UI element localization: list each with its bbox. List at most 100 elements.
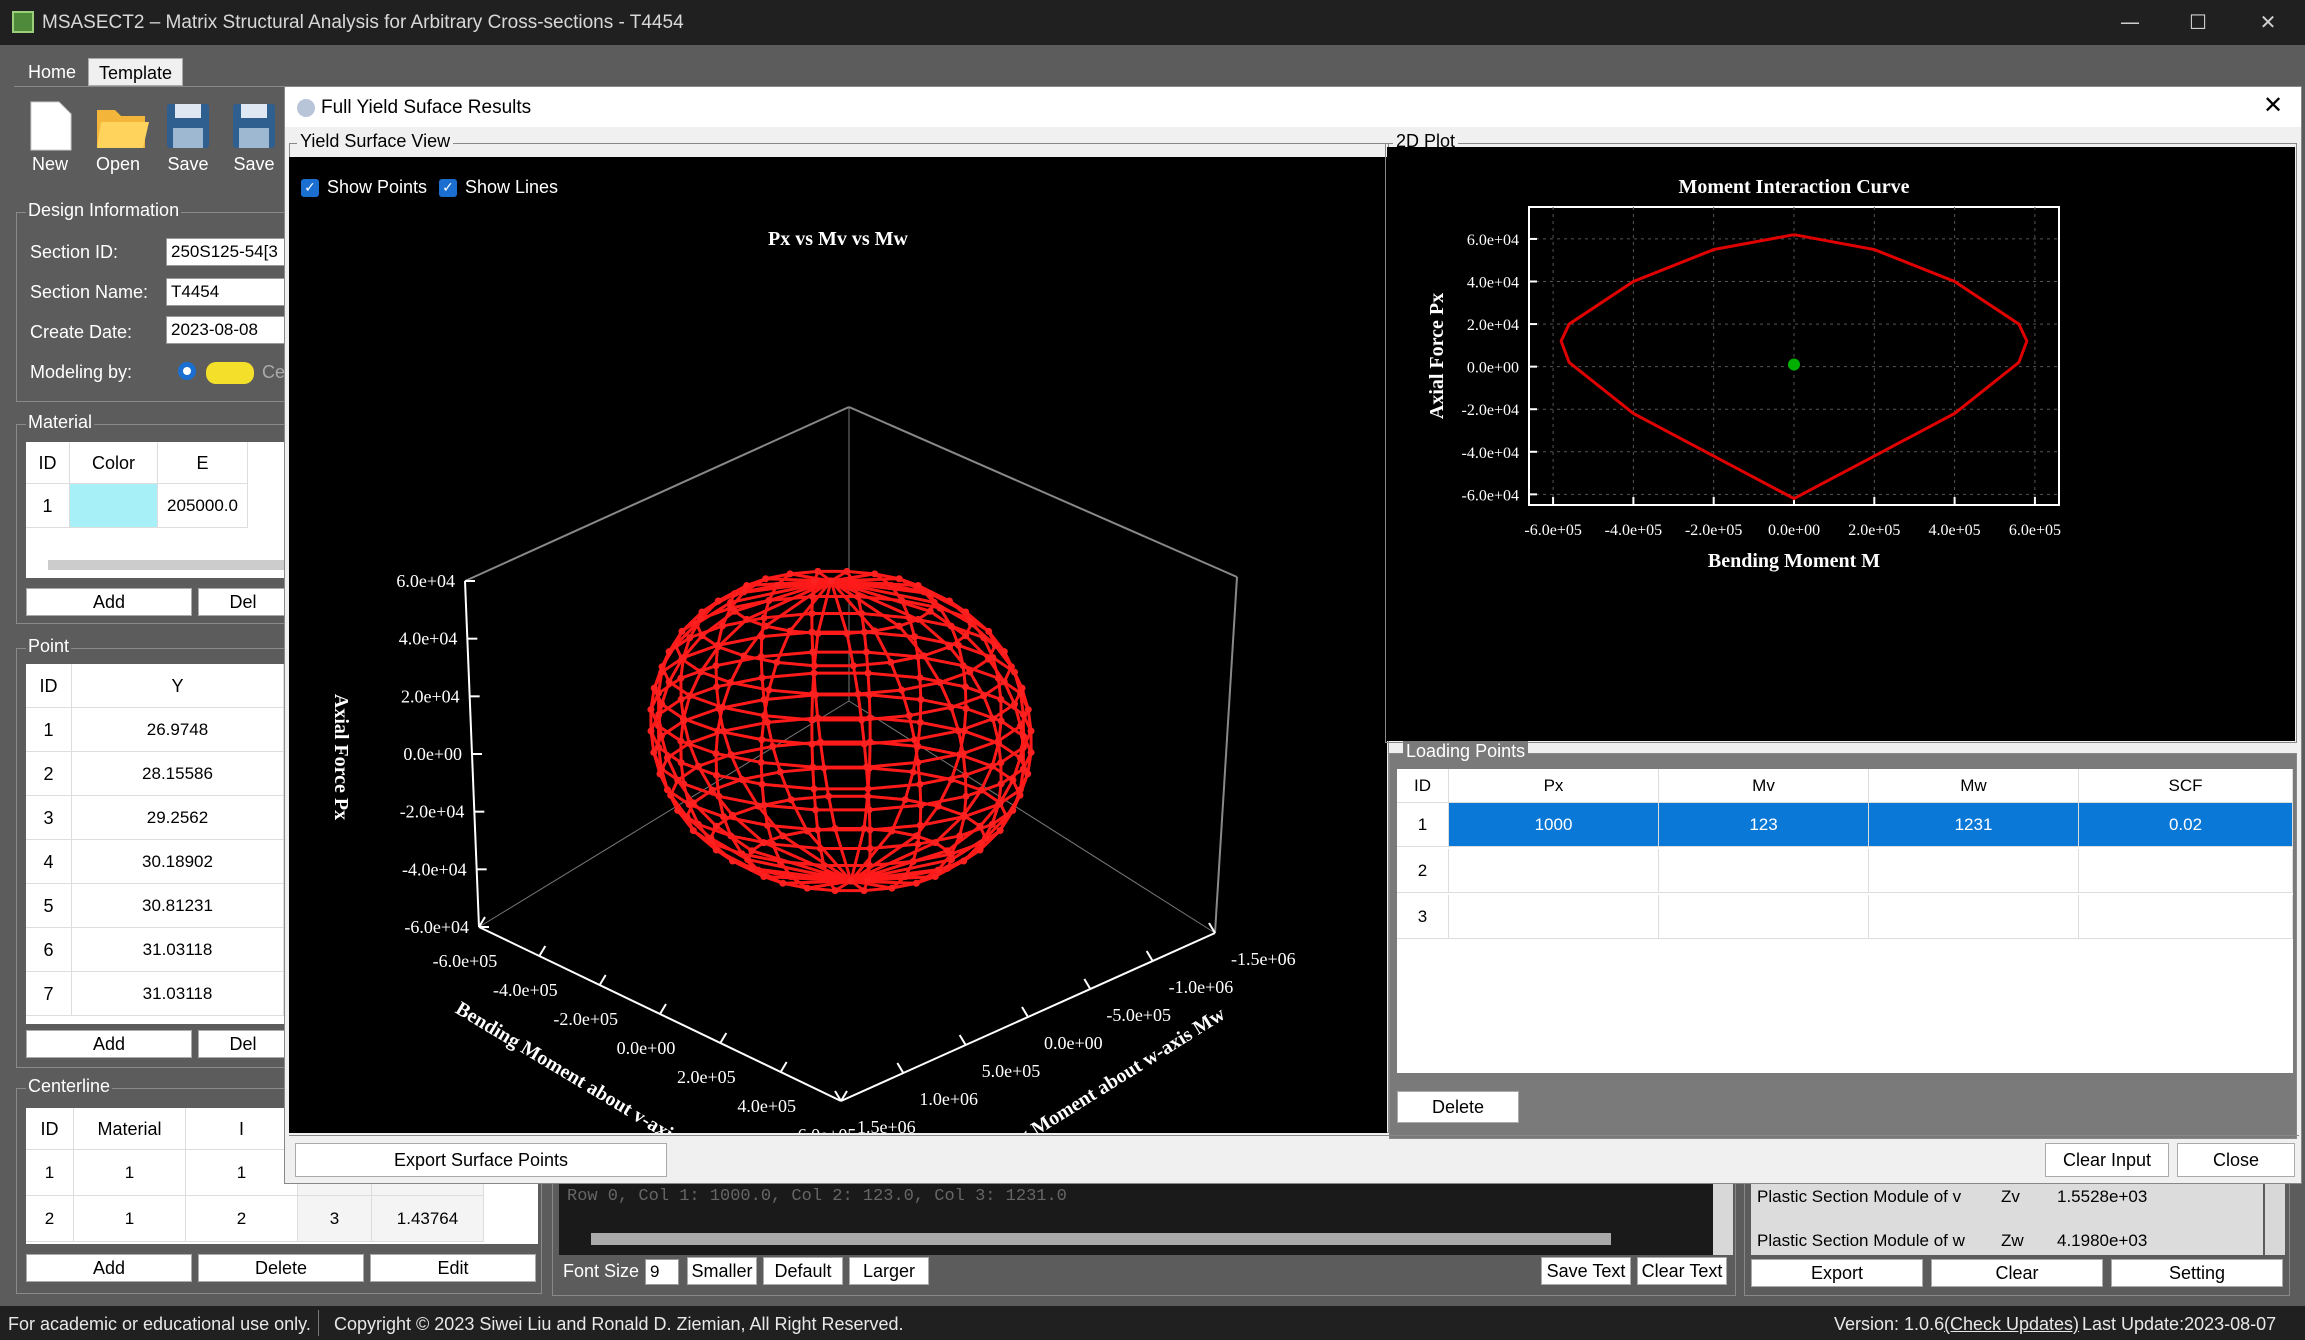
larger-button[interactable]: Larger: [849, 1257, 929, 1285]
material-delete-button[interactable]: Del: [198, 588, 288, 616]
properties-scrollbar[interactable]: [2265, 1183, 2285, 1255]
properties-table: Plastic Section Module of v Zv 1.5528e+0…: [1751, 1183, 2263, 1255]
save-button[interactable]: Save: [156, 100, 220, 175]
tab-home[interactable]: Home: [18, 58, 86, 86]
x-tick-label: -2.0e+05: [1685, 522, 1742, 539]
loading-cell[interactable]: 1000: [1449, 803, 1659, 847]
loading-cell[interactable]: 3: [1397, 895, 1449, 939]
centerline-cell[interactable]: 2: [186, 1196, 298, 1242]
loading-cell[interactable]: [1869, 849, 2079, 893]
surface-point: [997, 780, 1005, 788]
centerline-cell[interactable]: 1: [26, 1150, 74, 1196]
surface-point: [655, 743, 663, 751]
surface-point: [663, 754, 671, 762]
point-row-id[interactable]: 3: [26, 796, 72, 840]
point-row-y[interactable]: 29.2562: [72, 796, 284, 840]
create-date-field[interactable]: 2023-08-08: [166, 316, 286, 344]
centerline-cell[interactable]: 2: [26, 1196, 74, 1242]
material-cell-e[interactable]: 205000.0: [158, 484, 248, 528]
default-button[interactable]: Default: [763, 1257, 843, 1285]
surface-point: [803, 827, 811, 835]
point-row-y[interactable]: 26.9748: [72, 708, 284, 752]
save-as-button[interactable]: Save: [222, 100, 286, 175]
moment-interaction-chart[interactable]: Moment Interaction Curve Bending Moment M…: [1387, 147, 2295, 741]
export-button[interactable]: Export: [1751, 1259, 1923, 1287]
point-row-y[interactable]: 31.03118: [72, 972, 284, 1016]
surface-point: [656, 770, 664, 778]
point-row-id[interactable]: 7: [26, 972, 72, 1016]
centerline-cell[interactable]: 3: [298, 1196, 372, 1242]
loading-cell[interactable]: [1449, 849, 1659, 893]
loading-cell[interactable]: [1449, 895, 1659, 939]
loading-cell[interactable]: 1231: [1869, 803, 2079, 847]
material-scrollbar[interactable]: [48, 560, 284, 570]
centerline-cell[interactable]: 1: [186, 1150, 298, 1196]
material-add-button[interactable]: Add: [26, 588, 192, 616]
point-add-button[interactable]: Add: [26, 1030, 192, 1058]
centerline-add-button[interactable]: Add: [26, 1254, 192, 1282]
loading-cell[interactable]: [2079, 849, 2293, 893]
save-text-button[interactable]: Save Text: [1541, 1257, 1631, 1285]
loading-cell[interactable]: 2: [1397, 849, 1449, 893]
loading-cell[interactable]: 0.02: [2079, 803, 2293, 847]
point-delete-button[interactable]: Del: [198, 1030, 288, 1058]
loading-cell[interactable]: [1869, 895, 2079, 939]
check-updates-link[interactable]: (Check Updates): [1944, 1314, 2079, 1335]
material-cell-id[interactable]: 1: [26, 484, 70, 528]
point-row-y[interactable]: 28.15586: [72, 752, 284, 796]
clear-button[interactable]: Clear: [1931, 1259, 2103, 1287]
setting-button[interactable]: Setting: [2111, 1259, 2283, 1287]
surface-point: [945, 643, 953, 651]
material-color-swatch[interactable]: [70, 484, 158, 528]
smaller-button[interactable]: Smaller: [687, 1257, 757, 1285]
centerline-delete-button[interactable]: Delete: [198, 1254, 364, 1282]
dialog-close-icon[interactable]: ✕: [2263, 91, 2283, 119]
loading-delete-button[interactable]: Delete: [1397, 1091, 1519, 1123]
centerline-cell[interactable]: 1.43764: [372, 1196, 484, 1242]
close-window-button[interactable]: ✕: [2248, 6, 2288, 38]
loading-cell[interactable]: [1659, 895, 1869, 939]
material-header-e: E: [158, 442, 248, 484]
loading-cell[interactable]: 123: [1659, 803, 1869, 847]
surface-point: [961, 683, 969, 691]
point-row-y[interactable]: 30.18902: [72, 840, 284, 884]
chart-title: Moment Interaction Curve: [1678, 176, 1909, 198]
centerline-cell[interactable]: 1: [74, 1150, 186, 1196]
console-hscrollbar[interactable]: [591, 1233, 1611, 1245]
section-id-field[interactable]: 250S125-54[3: [166, 238, 286, 266]
centerline-edit-button[interactable]: Edit: [370, 1254, 536, 1282]
section-name-field[interactable]: T4454: [166, 278, 286, 306]
surface-point: [740, 652, 748, 660]
dialog-close-button[interactable]: Close: [2177, 1143, 2295, 1177]
point-row-id[interactable]: 1: [26, 708, 72, 752]
point-row-id[interactable]: 6: [26, 928, 72, 972]
centerline-radio[interactable]: [178, 362, 196, 380]
section-id-label: Section ID:: [30, 242, 119, 262]
point-row-y[interactable]: 31.03118: [72, 928, 284, 972]
centerline-cell[interactable]: 1: [74, 1196, 186, 1242]
loading-cell[interactable]: 1: [1397, 803, 1449, 847]
point-row-id[interactable]: 4: [26, 840, 72, 884]
surface-point: [916, 780, 924, 788]
point-row-y[interactable]: 30.81231: [72, 884, 284, 928]
loading-cell[interactable]: [1659, 849, 1869, 893]
console-scrollbar[interactable]: [1713, 1183, 1733, 1255]
font-size-field[interactable]: 9: [645, 1259, 679, 1285]
maximize-button[interactable]: ☐: [2178, 6, 2218, 38]
x-tick-label: 2.0e+05: [1848, 522, 1900, 539]
loading-cell[interactable]: [2079, 895, 2293, 939]
new-button[interactable]: New: [18, 100, 82, 175]
clear-input-button[interactable]: Clear Input: [2045, 1143, 2169, 1177]
minimize-button[interactable]: —: [2110, 6, 2150, 38]
clear-text-button[interactable]: Clear Text: [1637, 1257, 1727, 1285]
mw-tick: [958, 1034, 967, 1046]
mv-tick-label: -2.0e+05: [553, 1009, 618, 1029]
tab-template[interactable]: Template: [88, 58, 184, 86]
point-row-id[interactable]: 5: [26, 884, 72, 928]
export-surface-points-button[interactable]: Export Surface Points: [295, 1143, 667, 1177]
yield-surface-3d-chart[interactable]: Px vs Mv vs Mw 6.0e+04 4.0e+04 2.0e+04 0.0e+…: [289, 157, 1387, 1133]
surface-point: [677, 759, 685, 767]
open-button[interactable]: Open: [86, 100, 150, 175]
surface-point: [787, 796, 795, 804]
point-row-id[interactable]: 2: [26, 752, 72, 796]
